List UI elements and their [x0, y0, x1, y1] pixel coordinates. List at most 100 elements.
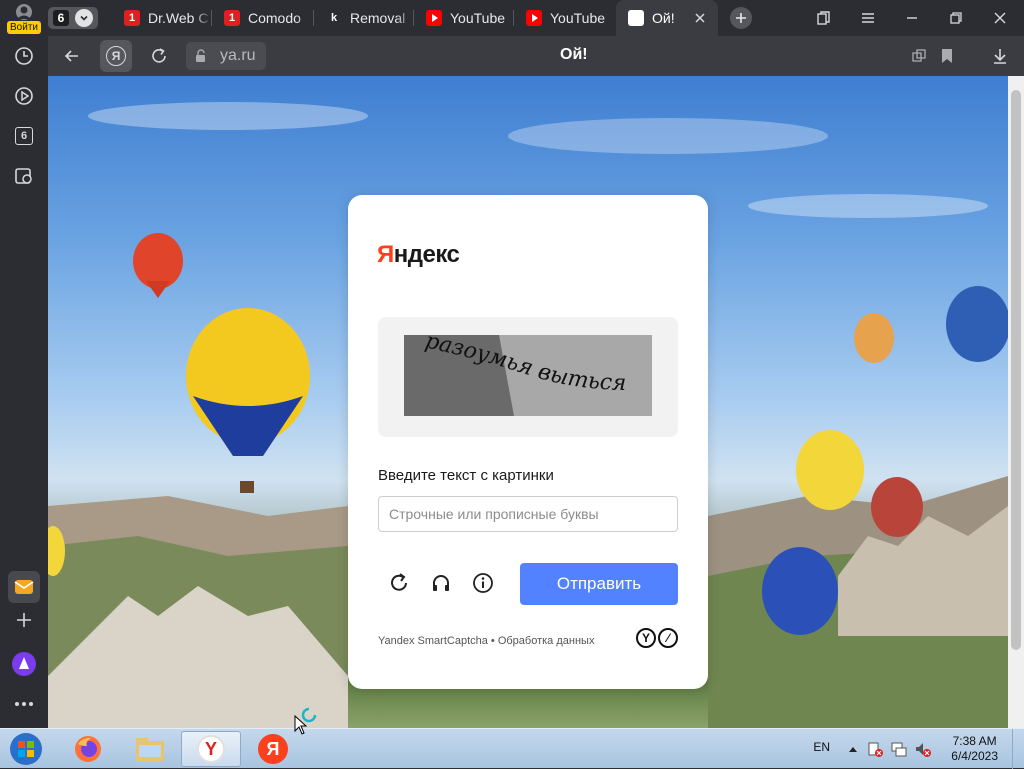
menu-button[interactable] [846, 0, 890, 36]
back-button[interactable] [56, 40, 88, 72]
lock-open-icon [196, 49, 205, 62]
comodo-icon: 1 [224, 10, 240, 26]
tab-youtube-2[interactable]: YouTube [514, 0, 614, 36]
captcha-card: Яндекс разоумья выться Введите текст с к… [348, 195, 708, 689]
taskbar-yandex[interactable]: Я [245, 731, 301, 767]
drweb-icon: 1 [124, 10, 140, 26]
tab-comodo[interactable]: 1 Comodo [212, 0, 314, 36]
clock-icon [15, 47, 33, 65]
profile-button[interactable]: Войти [4, 2, 44, 34]
submit-button[interactable]: Отправить [520, 563, 678, 605]
tab-counter-button[interactable]: 6 [48, 7, 98, 29]
url-field[interactable]: ya.ru [186, 42, 266, 70]
tab-strip: Войти 6 1 Dr.Web C 1 Comodo k Removal Yo… [0, 0, 1024, 36]
close-icon [994, 12, 1006, 24]
login-badge: Войти [7, 21, 41, 34]
captcha-image: разоумья выться [404, 335, 652, 416]
close-window-button[interactable] [978, 0, 1022, 36]
reload-button[interactable] [143, 40, 175, 72]
download-icon [994, 49, 1006, 64]
tab-removal[interactable]: k Removal [314, 0, 414, 36]
refresh-captcha-button[interactable] [387, 571, 411, 595]
youtube-icon [426, 10, 442, 26]
logo-rest: ндекс [393, 241, 460, 268]
bookmark-icon [942, 49, 952, 63]
sidebar-history-button[interactable] [8, 40, 40, 72]
mail-icon [14, 580, 34, 594]
arrow-left-icon [64, 50, 78, 62]
audio-captcha-button[interactable] [429, 571, 453, 595]
captcha-footer[interactable]: Yandex SmartCaptcha • Обработка данных [378, 635, 594, 647]
start-button[interactable] [6, 731, 46, 767]
tab-youtube-1[interactable]: YouTube [414, 0, 514, 36]
yandex-red-icon: Я [258, 734, 288, 764]
taskbar-explorer[interactable] [122, 731, 178, 767]
new-tab-button[interactable] [730, 7, 752, 29]
yandex-y-icon: Y [636, 628, 656, 648]
windows-taskbar: Y Я EN 7:38 AM 6/4/2023 [0, 728, 1024, 769]
taskbar-firefox[interactable] [60, 731, 116, 767]
more-dots-icon [15, 702, 33, 706]
smartcaptcha-leaf-icon: ⁄ [658, 628, 678, 648]
close-tab-icon[interactable] [692, 10, 708, 26]
mouse-cursor-icon [294, 715, 308, 735]
firefox-icon [75, 736, 101, 762]
page-title: Ой! [560, 46, 588, 63]
page-scrollbar[interactable] [1008, 76, 1024, 728]
minimize-button[interactable] [890, 0, 934, 36]
folder-icon [136, 738, 164, 761]
sidebar-media-button[interactable] [8, 80, 40, 112]
sidebar-more-button[interactable] [8, 688, 40, 720]
clock-time: 7:38 AM [952, 734, 997, 748]
minimize-icon [907, 17, 917, 19]
headphones-icon [433, 575, 449, 591]
sidebar-screenshot-button[interactable] [8, 160, 40, 192]
yandex-logo: Яндекс [377, 241, 460, 269]
tabs-count-icon: 6 [15, 127, 33, 145]
info-icon [473, 573, 493, 593]
collections-button[interactable] [802, 0, 846, 36]
language-indicator[interactable]: EN [813, 740, 830, 754]
taskbar-yandex-browser[interactable]: Y [181, 731, 241, 767]
camera-icon [15, 168, 32, 184]
yandex-icon: Я [628, 10, 644, 26]
sidebar: 6 [0, 36, 48, 728]
bookmark-button[interactable] [931, 40, 963, 72]
sidebar-alice-button[interactable] [8, 648, 40, 680]
reload-icon [152, 48, 166, 63]
smartcaptcha-logo: Y ⁄ [636, 628, 678, 648]
bookmarks-stack-icon [817, 11, 830, 25]
refresh-icon [391, 573, 407, 591]
yandex-home-button[interactable]: Я [100, 40, 132, 72]
downloads-button[interactable] [984, 40, 1016, 72]
sidebar-mail-button[interactable] [8, 571, 40, 603]
captcha-image-container: разоумья выться [378, 317, 678, 437]
tab-oi-active[interactable]: Я Ой! [616, 0, 718, 36]
url-text: ya.ru [220, 47, 256, 64]
chevron-down-icon [75, 9, 93, 27]
alice-icon [12, 652, 36, 676]
windows-start-icon [10, 733, 42, 765]
captcha-input[interactable] [378, 496, 678, 532]
captcha-prompt: Введите текст с картинки [378, 467, 554, 484]
clock-date: 6/4/2023 [951, 749, 998, 763]
sidebar-tabs-button[interactable]: 6 [8, 120, 40, 152]
plus-icon [17, 613, 31, 627]
tab-title: YouTube [450, 10, 506, 26]
sidebar-add-button[interactable] [8, 604, 40, 636]
restore-icon [950, 12, 962, 24]
tab-drweb[interactable]: 1 Dr.Web C [112, 0, 212, 36]
volume-muted-icon[interactable] [914, 740, 932, 758]
restore-button[interactable] [934, 0, 978, 36]
tab-title: Ой! [652, 10, 675, 26]
tab-title: Comodo [248, 10, 301, 26]
network-icon[interactable] [890, 740, 908, 758]
action-center-alert-icon[interactable] [866, 740, 884, 758]
show-hidden-icons-icon[interactable] [848, 745, 858, 753]
info-button[interactable] [471, 571, 495, 595]
show-desktop-button[interactable] [1012, 729, 1024, 769]
clock[interactable]: 7:38 AM 6/4/2023 [951, 734, 998, 764]
logo-first-letter: Я [377, 241, 394, 268]
scrollbar-thumb[interactable] [1011, 90, 1021, 650]
address-bar: Я ya.ru Ой! [48, 36, 1024, 76]
